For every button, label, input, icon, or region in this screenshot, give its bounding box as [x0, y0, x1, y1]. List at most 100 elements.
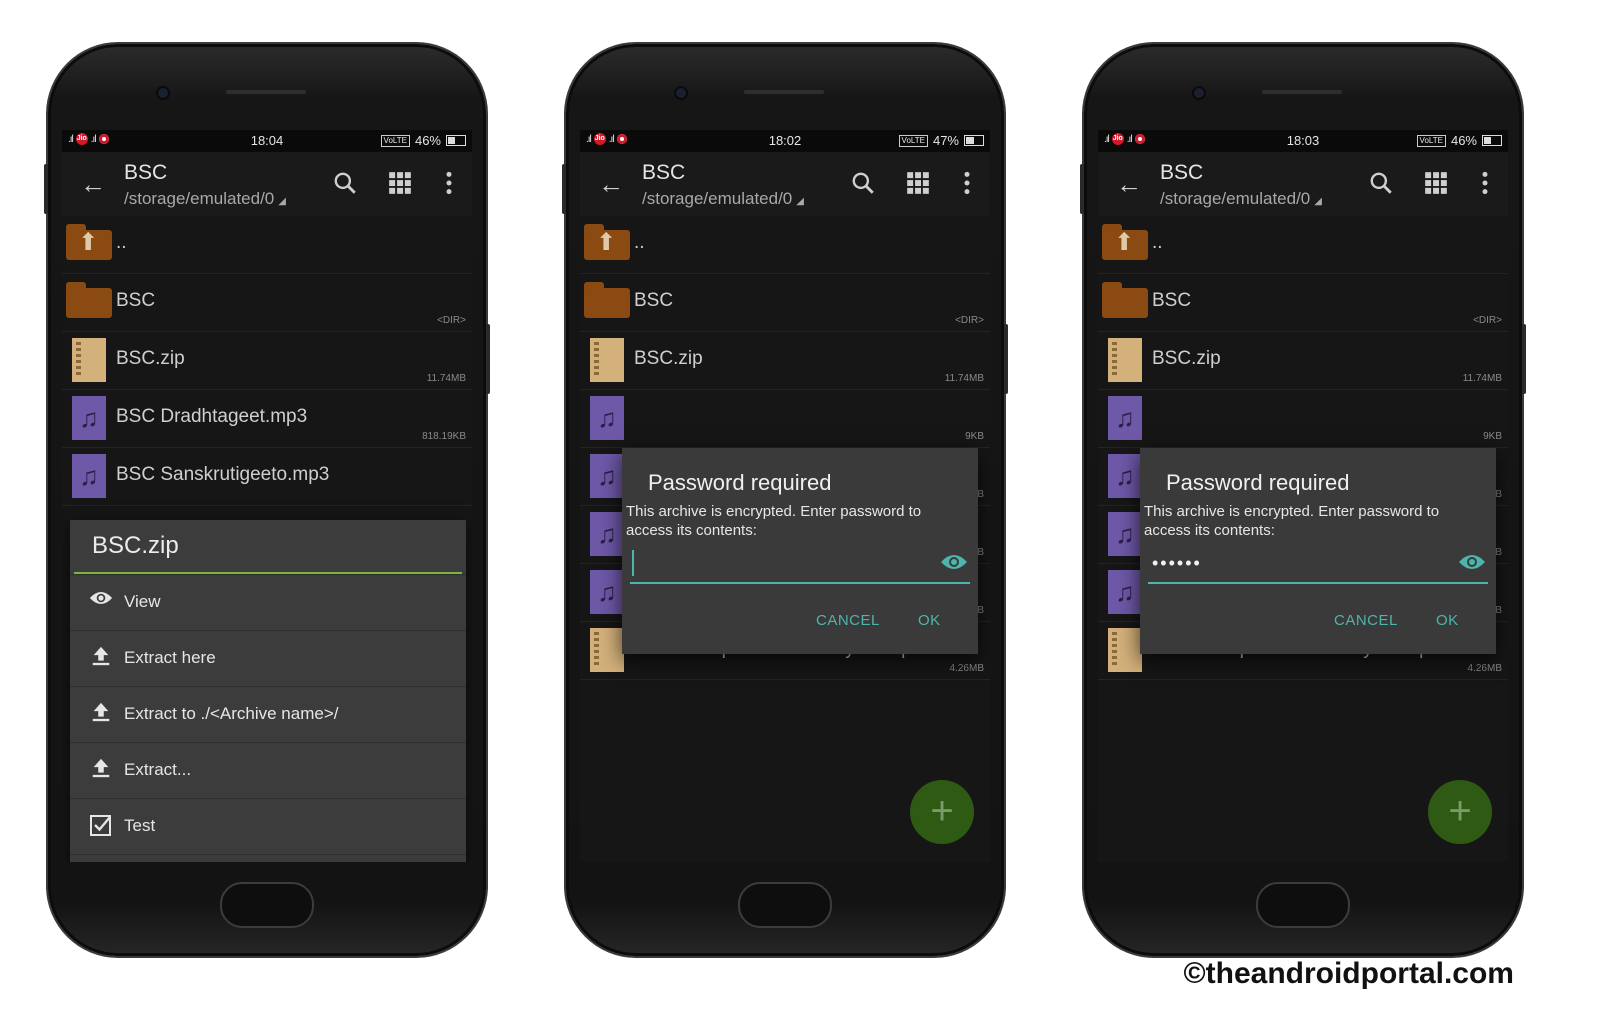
file-size: <DIR> [955, 315, 984, 326]
folder-path[interactable]: /storage/emulated/0 ◢ [124, 189, 286, 209]
file-row[interactable]: .. [580, 216, 990, 274]
more-options-icon[interactable] [1480, 170, 1490, 201]
password-field-wrapper [1148, 546, 1488, 584]
volte-badge: VoLTE [898, 134, 928, 147]
search-icon[interactable] [332, 170, 358, 201]
file-row[interactable]: BSC <DIR> [62, 274, 472, 332]
file-size: 9KB [965, 431, 984, 442]
show-password-eye-icon[interactable] [940, 552, 968, 577]
menu-item[interactable]: Extract here [70, 630, 466, 686]
folder-path[interactable]: /storage/emulated/0 ◢ [1160, 189, 1322, 209]
file-name: BSC [1152, 290, 1192, 311]
folder-icon [66, 282, 112, 318]
file-row[interactable]: ♫ 9KB [580, 390, 990, 448]
grid-view-icon[interactable] [905, 170, 931, 201]
app-toolbar: ← BSC/storage/emulated/0 ◢ [1098, 152, 1508, 216]
menu-item[interactable]: Extract... [70, 742, 466, 798]
file-row[interactable]: BSC.zip 11.74MB [580, 332, 990, 390]
zip-file-icon [1108, 628, 1142, 672]
music-file-icon: ♫ [1108, 454, 1142, 498]
file-size: 9KB [1483, 431, 1502, 442]
music-file-icon: ♫ [590, 512, 624, 556]
file-row[interactable]: BSC <DIR> [580, 274, 990, 332]
music-file-icon: ♫ [1108, 396, 1142, 440]
file-name: BSC.zip [116, 348, 185, 369]
file-name: BSC [634, 290, 674, 311]
file-row[interactable]: ♫ BSC Dradhtageet.mp3 818.19KB [62, 390, 472, 448]
battery-percent: 46% [414, 133, 441, 148]
file-name: BSC [116, 290, 156, 311]
password-dialog: Password required This archive is encrypt… [622, 448, 978, 654]
dropdown-triangle-icon: ◢ [796, 196, 804, 207]
show-password-eye-icon[interactable] [1458, 552, 1486, 577]
back-arrow-icon[interactable]: ← [598, 169, 624, 200]
folder-path[interactable]: /storage/emulated/0 ◢ [642, 189, 804, 209]
home-button[interactable] [1256, 882, 1350, 928]
add-fab-button[interactable]: + [1428, 780, 1492, 844]
file-name: BSC.zip [1152, 348, 1221, 369]
more-options-icon[interactable] [962, 170, 972, 201]
cancel-button[interactable]: CANCEL [1334, 612, 1398, 629]
menu-item[interactable]: Compress... [70, 854, 466, 862]
phone-screen: .ıl Jio .ıl 18:04 VoLTE 46% ← BSC/storage/emula… [62, 130, 472, 862]
home-button[interactable] [738, 882, 832, 928]
file-row[interactable]: BSC.zip 11.74MB [1098, 332, 1508, 390]
home-button[interactable] [220, 882, 314, 928]
password-input[interactable] [1148, 546, 1446, 580]
parent-folder-icon [1102, 224, 1148, 260]
music-file-icon: ♫ [590, 454, 624, 498]
add-fab-button[interactable]: + [910, 780, 974, 844]
music-file-icon: ♫ [590, 570, 624, 614]
menu-item-label: View [124, 592, 161, 611]
ok-button[interactable]: OK [1436, 612, 1459, 629]
back-arrow-icon[interactable]: ← [1116, 169, 1142, 200]
battery-percent: 46% [1450, 133, 1477, 148]
app-toolbar: ← BSC/storage/emulated/0 ◢ [580, 152, 990, 216]
dialog-title: Password required [648, 470, 832, 495]
password-input[interactable] [630, 546, 928, 580]
text-caret [632, 550, 634, 576]
grid-view-icon[interactable] [387, 170, 413, 201]
search-icon[interactable] [850, 170, 876, 201]
context-menu: BSC.zip View Extract here Extract to ./<Arc… [70, 520, 466, 862]
battery-percent: 47% [932, 133, 959, 148]
file-list: .. BSC <DIR> BSC.zip 11.74MB ♫ BSC Dradhtageet… [62, 216, 472, 506]
file-row[interactable]: .. [1098, 216, 1508, 274]
menu-item[interactable]: View [70, 574, 466, 630]
cancel-button[interactable]: CANCEL [816, 612, 880, 629]
phone-frame: .ıl Jio .ıl 18:02 VoLTE 47% ← BSC/storage/emula… [562, 44, 1008, 956]
file-name: .. [1152, 232, 1163, 253]
file-size: <DIR> [1473, 315, 1502, 326]
zip-file-icon [590, 338, 624, 382]
file-size: 4.26MB [949, 663, 984, 674]
upload-icon [88, 757, 114, 785]
file-name: BSC.zip [634, 348, 703, 369]
upload-icon [88, 645, 114, 673]
phone-screen: .ıl Jio .ıl 18:02 VoLTE 47% ← BSC/storage/emula… [580, 130, 990, 862]
file-row[interactable]: BSC <DIR> [1098, 274, 1508, 332]
file-name: BSC Dradhtageet.mp3 [116, 406, 308, 427]
file-row[interactable]: .. [62, 216, 472, 274]
menu-item[interactable]: Test [70, 798, 466, 854]
file-row[interactable]: BSC.zip 11.74MB [62, 332, 472, 390]
file-row[interactable]: ♫ BSC Sanskrutigeeto.mp3 [62, 448, 472, 506]
menu-item[interactable]: Extract to ./<Archive name>/ [70, 686, 466, 742]
dropdown-triangle-icon: ◢ [278, 196, 286, 207]
folder-title: BSC [124, 161, 168, 184]
ok-button[interactable]: OK [918, 612, 941, 629]
zip-file-icon [590, 628, 624, 672]
grid-view-icon[interactable] [1423, 170, 1449, 201]
back-arrow-icon[interactable]: ← [80, 169, 106, 200]
file-size: <DIR> [437, 315, 466, 326]
path-text: /storage/emulated/0 [124, 189, 275, 208]
music-file-icon: ♫ [590, 396, 624, 440]
folder-title: BSC [1160, 161, 1204, 184]
phone-screen: .ıl Jio .ıl 18:03 VoLTE 46% ← BSC/storage/emula… [1098, 130, 1508, 862]
more-options-icon[interactable] [444, 170, 454, 201]
file-row[interactable]: ♫ 9KB [1098, 390, 1508, 448]
front-camera [158, 88, 168, 98]
status-bar: .ıl Jio .ıl 18:03 VoLTE 46% [1098, 130, 1508, 152]
file-size: 11.74MB [426, 373, 466, 384]
search-icon[interactable] [1368, 170, 1394, 201]
context-menu-title: BSC.zip [74, 520, 462, 574]
